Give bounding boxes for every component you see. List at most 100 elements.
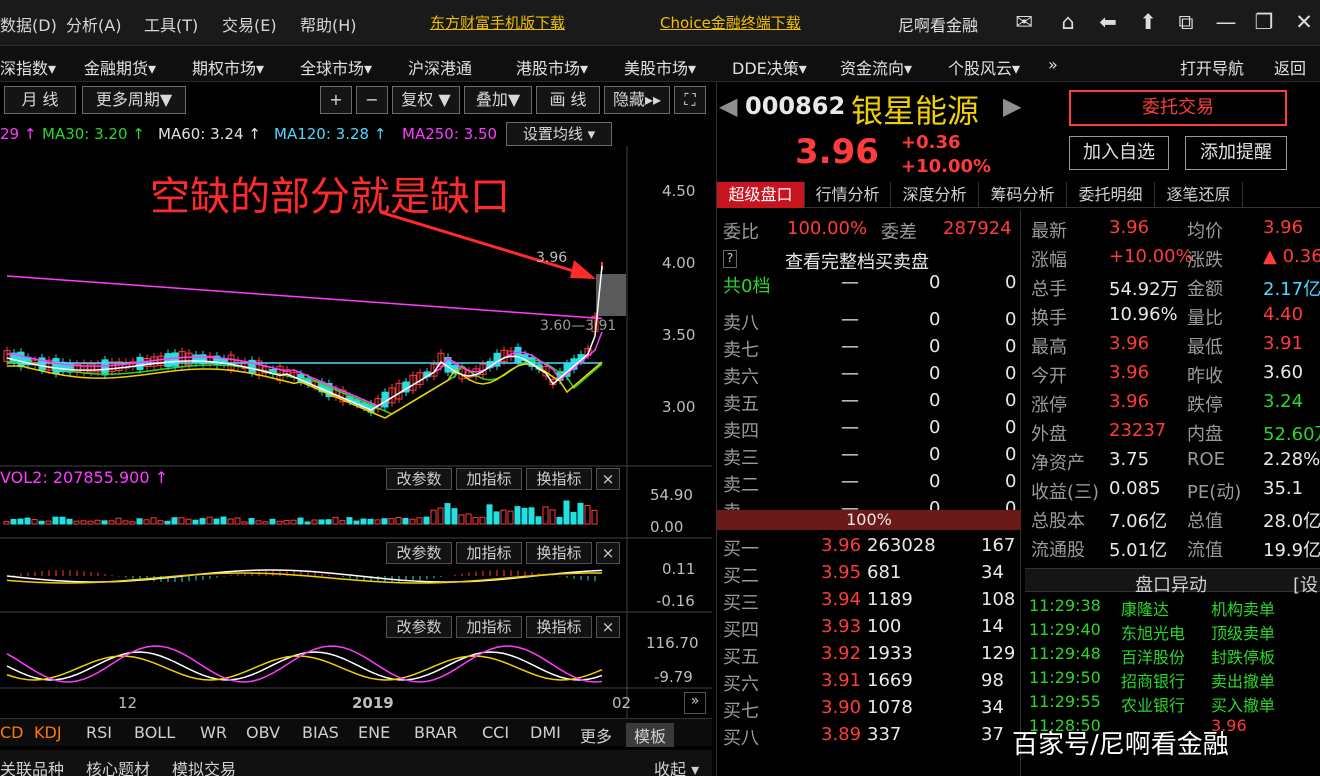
more-periods-button[interactable]: 更多周期▼ xyxy=(82,86,186,114)
nav-fund-flow[interactable]: 资金流向▾ xyxy=(840,55,912,79)
back-button[interactable]: 返回 xyxy=(1274,55,1306,79)
kline-chart-area[interactable]: 空缺的部分就是缺口 3.96 3.60—3.91 4.50 4.00 3.50 … xyxy=(0,146,712,718)
tab-super-orderbook[interactable]: 超级盘口 xyxy=(717,182,805,208)
stat-row[interactable]: 今开 3.96 昨收 3.60 xyxy=(1027,359,1320,388)
tab-brar[interactable]: BRAR xyxy=(414,723,458,742)
macd-add-indicator-button[interactable]: 加指标 xyxy=(456,542,522,564)
menu-trade[interactable]: 交易(E) xyxy=(222,12,277,36)
open-nav-button[interactable]: 打开导航 xyxy=(1180,55,1244,79)
nav-global[interactable]: 全球市场▾ xyxy=(300,55,372,79)
nav-index[interactable]: 深指数▾ xyxy=(0,55,56,79)
tab-depth-analysis[interactable]: 深度分析 xyxy=(891,182,979,208)
nav-financial-futures[interactable]: 金融期货▾ xyxy=(84,55,156,79)
tab-wr[interactable]: WR xyxy=(200,723,227,742)
buy-row[interactable]: 买七 3.90 1078 34 xyxy=(717,694,1017,722)
zoom-in-button[interactable]: + xyxy=(320,86,352,114)
tab-tick-replay[interactable]: 逐笔还原 xyxy=(1155,182,1243,208)
nav-hk[interactable]: 港股市场▾ xyxy=(516,55,588,79)
kdj-add-indicator-button[interactable]: 加指标 xyxy=(456,616,522,638)
tab-related-products[interactable]: 关联品种 xyxy=(0,756,64,776)
stat-row[interactable]: 总股本 7.06亿 总值 28.0亿 xyxy=(1027,504,1320,533)
vol-modify-param-button[interactable]: 改参数 xyxy=(386,468,452,490)
choice-download-link[interactable]: Choice金融终端下载 xyxy=(660,12,801,33)
add-watchlist-button[interactable]: 加入自选 xyxy=(1069,136,1169,170)
mobile-download-link[interactable]: 东方财富手机版下载 xyxy=(430,12,565,33)
macd-modify-param-button[interactable]: 改参数 xyxy=(386,542,452,564)
add-alert-button[interactable]: 添加提醒 xyxy=(1185,136,1287,170)
buy-row[interactable]: 买六 3.91 1669 98 xyxy=(717,667,1017,695)
zoom-out-button[interactable]: − xyxy=(356,86,388,114)
tab-ene[interactable]: ENE xyxy=(358,723,390,742)
maximize-icon[interactable]: ❐ xyxy=(1250,10,1278,34)
menu-tools[interactable]: 工具(T) xyxy=(144,12,198,36)
tab-bias[interactable]: BIAS xyxy=(302,723,339,742)
restore-window-icon[interactable]: ⧉ xyxy=(1172,10,1200,35)
stat-row[interactable]: 外盘 23237 内盘 52.60万 xyxy=(1027,417,1320,446)
fuquan-button[interactable]: 复权 ▼ xyxy=(392,86,460,114)
tab-kdj[interactable]: KDJ xyxy=(34,723,62,742)
vol-switch-indicator-button[interactable]: 换指标 xyxy=(526,468,592,490)
nav-us[interactable]: 美股市场▾ xyxy=(624,55,696,79)
buy-row[interactable]: 买五 3.92 1933 129 xyxy=(717,640,1017,668)
tab-dmi[interactable]: DMI xyxy=(530,723,561,742)
vol-close-button[interactable]: × xyxy=(596,468,620,490)
stat-row[interactable]: 涨幅 +10.00% 涨跌 ▲ 0.36 xyxy=(1027,243,1320,272)
tab-template[interactable]: 模板 xyxy=(626,723,675,747)
tab-obv[interactable]: OBV xyxy=(246,723,280,742)
stat-row[interactable]: 最高 3.96 最低 3.91 xyxy=(1027,330,1320,359)
nav-dde[interactable]: DDE决策▾ xyxy=(732,55,807,79)
prev-stock-icon[interactable]: ◀ xyxy=(719,92,737,120)
tab-boll[interactable]: BOLL xyxy=(134,723,175,742)
home-icon[interactable]: ⌂ xyxy=(1054,10,1082,34)
nav-connect[interactable]: 沪深港通 xyxy=(408,55,472,79)
minimize-icon[interactable]: — xyxy=(1212,10,1240,34)
kdj-modify-param-button[interactable]: 改参数 xyxy=(386,616,452,638)
tab-macd[interactable]: CD xyxy=(0,723,24,742)
buy-row[interactable]: 买三 3.94 1189 108 xyxy=(717,586,1017,614)
kdj-close-button[interactable]: × xyxy=(596,616,620,638)
stat-row[interactable]: 涨停 3.96 跌停 3.24 xyxy=(1027,388,1320,417)
ma-settings-button[interactable]: 设置均线 ▾ xyxy=(506,122,612,146)
menu-data[interactable]: 数据(D) xyxy=(0,12,57,36)
nav-stock-talk[interactable]: 个股风云▾ xyxy=(948,55,1020,79)
order-trade-button[interactable]: 委托交易 xyxy=(1069,90,1287,126)
back-arrow-icon[interactable]: ⬅ xyxy=(1094,10,1122,34)
collapse-button[interactable]: 收起 ▾ xyxy=(654,756,699,776)
up-arrow-icon[interactable]: ⬆ xyxy=(1134,10,1162,34)
username[interactable]: 尼啊看金融 xyxy=(898,12,978,36)
stat-row[interactable]: 收益(三) 0.085 PE(动) 35.1 xyxy=(1027,475,1320,504)
nav-options[interactable]: 期权市场▾ xyxy=(192,55,264,79)
stat-row[interactable]: 流通股 5.01亿 流值 19.9亿 xyxy=(1027,533,1320,562)
kdj-switch-indicator-button[interactable]: 换指标 xyxy=(526,616,592,638)
close-icon[interactable]: ✕ xyxy=(1290,10,1318,34)
macd-close-button[interactable]: × xyxy=(596,542,620,564)
tab-rsi[interactable]: RSI xyxy=(86,723,112,742)
tab-order-detail[interactable]: 委托明细 xyxy=(1067,182,1155,208)
macd-switch-indicator-button[interactable]: 换指标 xyxy=(526,542,592,564)
tab-chip-analysis[interactable]: 筹码分析 xyxy=(979,182,1067,208)
events-settings-button[interactable]: [设 xyxy=(1293,571,1318,597)
tab-sim-trade[interactable]: 模拟交易 xyxy=(172,756,236,776)
stat-row[interactable]: 换手 10.96% 量比 4.40 xyxy=(1027,301,1320,330)
stat-row[interactable]: 最新 3.96 均价 3.96 xyxy=(1027,214,1320,243)
hide-button[interactable]: 隐藏▸▸ xyxy=(604,86,670,114)
vol-add-indicator-button[interactable]: 加指标 xyxy=(456,468,522,490)
nav-more[interactable]: » xyxy=(1048,55,1058,74)
buy-row[interactable]: 买八 3.89 337 37 xyxy=(717,721,1017,749)
next-stock-icon[interactable]: ▶ xyxy=(1003,92,1021,120)
tab-cci[interactable]: CCI xyxy=(482,723,509,742)
stat-row[interactable]: 总手 54.92万 金额 2.17亿 xyxy=(1027,272,1320,301)
draw-line-button[interactable]: 画 线 xyxy=(536,86,600,114)
scroll-right-button[interactable]: » xyxy=(684,692,706,714)
menu-help[interactable]: 帮助(H) xyxy=(300,12,357,36)
overlay-button[interactable]: 叠加▼ xyxy=(464,86,532,114)
menu-analysis[interactable]: 分析(A) xyxy=(66,12,121,36)
tab-quote-analysis[interactable]: 行情分析 xyxy=(805,182,891,208)
mail-icon[interactable]: ✉ xyxy=(1010,10,1038,34)
buy-row[interactable]: 买四 3.93 100 14 xyxy=(717,613,1017,641)
fullscreen-button[interactable]: ⛶ xyxy=(674,86,706,114)
period-month-button[interactable]: 月 线 xyxy=(4,86,76,114)
tab-core-themes[interactable]: 核心题材 xyxy=(86,756,150,776)
tab-more[interactable]: 更多 xyxy=(580,723,612,747)
stat-row[interactable]: 净资产 3.75 ROE 2.28% xyxy=(1027,446,1320,475)
